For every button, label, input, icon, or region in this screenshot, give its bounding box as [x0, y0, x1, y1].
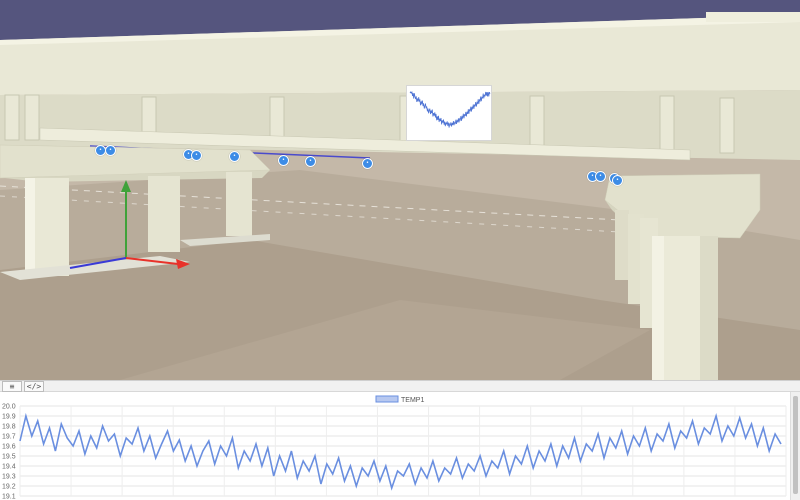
sensor-8[interactable]: •: [362, 158, 373, 169]
chart-scrollbar[interactable]: [790, 392, 800, 500]
legend-label: TEMP1: [401, 397, 424, 404]
y-tick-label: 19.8: [2, 424, 16, 431]
sensor-2[interactable]: •: [105, 145, 116, 156]
column: [226, 172, 252, 236]
mini-chart-plot: [409, 90, 491, 128]
sensor-12[interactable]: •: [612, 175, 623, 186]
scroll-thumb[interactable]: [793, 396, 798, 494]
sensor-6[interactable]: •: [278, 155, 289, 166]
legend-swatch: [375, 395, 399, 403]
y-tick-label: 19.7: [2, 434, 16, 441]
y-tick-label: 20.0: [2, 404, 16, 411]
tab-document[interactable]: ≡: [2, 381, 22, 392]
sensor-4[interactable]: •: [191, 150, 202, 161]
y-tick-label: 19.9: [2, 414, 16, 421]
sensor-10[interactable]: •: [595, 171, 606, 182]
sensor-5[interactable]: •: [229, 151, 240, 162]
column: [148, 176, 180, 252]
sensor-7[interactable]: •: [305, 156, 316, 167]
tab-code[interactable]: </>: [24, 381, 44, 392]
chart-legend[interactable]: TEMP1: [375, 395, 424, 404]
mini-chart-line: [409, 90, 491, 128]
y-tick-label: 19.3: [2, 474, 16, 481]
scene-mini-chart[interactable]: [406, 85, 492, 141]
tab-bar: ≡ </>: [0, 380, 800, 392]
series-temp1-line[interactable]: [19, 412, 782, 491]
y-tick-label: 19.5: [2, 454, 16, 461]
bridge-scene[interactable]: [0, 0, 800, 380]
3d-viewport[interactable]: ••••••••••••: [0, 0, 800, 380]
y-tick-label: 19.1: [2, 494, 16, 500]
y-tick-label: 19.6: [2, 444, 16, 451]
y-tick-label: 19.2: [2, 484, 16, 491]
chart-panel: TEMP1 20.0 19.9 19.8 19.7 19.6 19.5 19.4 19.3 19.…: [0, 392, 800, 500]
y-tick-label: 19.4: [2, 464, 16, 471]
temp-chart: TEMP1 20.0 19.9 19.8 19.7 19.6 19.5 19.4 19.3 19.…: [2, 395, 787, 500]
